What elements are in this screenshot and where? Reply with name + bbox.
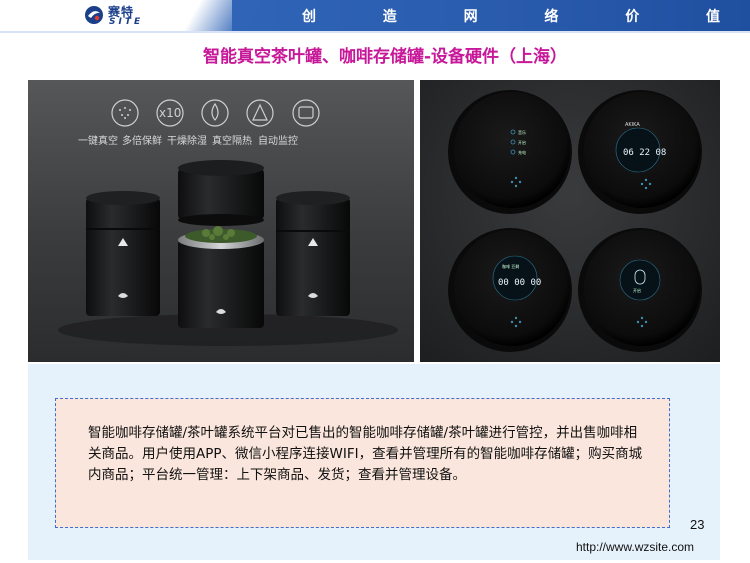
lid-display-illustration: 音乐 开启 充电 AKIKA 06 22 08 咖啡 豆剩 00 00 00 开… [448, 90, 702, 352]
slogan-char: 价 [625, 9, 642, 25]
description-text: 智能咖啡存储罐/茶叶罐系统平台对已售出的智能咖啡存储罐/茶叶罐进行管控，并出售咖… [88, 425, 643, 483]
clock-display: 06 22 08 [623, 148, 666, 158]
product-photo-canisters: x10 一键真空 多倍保鲜 干燥除湿 真空隔热 自动监控 [28, 80, 414, 362]
x10-label: x10 [159, 106, 182, 120]
timer-display: 00 00 00 [498, 278, 541, 288]
header-divider [0, 31, 750, 33]
slogan: 创 造 网 络 价 值 [302, 6, 722, 26]
feature-label: 自动监控 [258, 136, 298, 147]
page-title: 智能真空茶叶罐、咖啡存储罐-设备硬件（上海） [202, 47, 568, 67]
menu-item: 音乐 [518, 129, 526, 135]
monitor-icon [292, 99, 320, 127]
slogan-char: 网 [463, 9, 480, 25]
vacuum-icon [111, 99, 139, 127]
slogan-char: 创 [302, 9, 318, 25]
slogan-char: 值 [705, 9, 722, 25]
site-url-link[interactable]: http://www.wzsite.com [576, 540, 694, 554]
canister-illustration [58, 99, 398, 346]
slogan-char: 络 [544, 9, 561, 25]
logo[interactable]: 赛特 SITE [84, 2, 154, 29]
product-photo-lids: 音乐 开启 充电 AKIKA 06 22 08 咖啡 豆剩 00 00 00 开… [420, 80, 720, 362]
brand-text: AKIKA [625, 122, 640, 128]
description-box: 智能咖啡存储罐/茶叶罐系统平台对已售出的智能咖啡存储罐/茶叶罐进行管控，并出售咖… [55, 398, 670, 528]
timer-label: 咖啡 豆剩 [502, 263, 519, 269]
slogan-char: 造 [382, 9, 399, 25]
logo-mark-icon [85, 6, 103, 24]
menu-item: 开启 [518, 139, 526, 145]
header: 赛特 SITE 创 造 网 络 价 值 [0, 0, 750, 31]
alert-label: 开启 [633, 287, 641, 293]
menu-item: 充电 [518, 149, 526, 155]
logo-text-en: SITE [109, 17, 144, 27]
page-number: 23 [690, 517, 705, 532]
